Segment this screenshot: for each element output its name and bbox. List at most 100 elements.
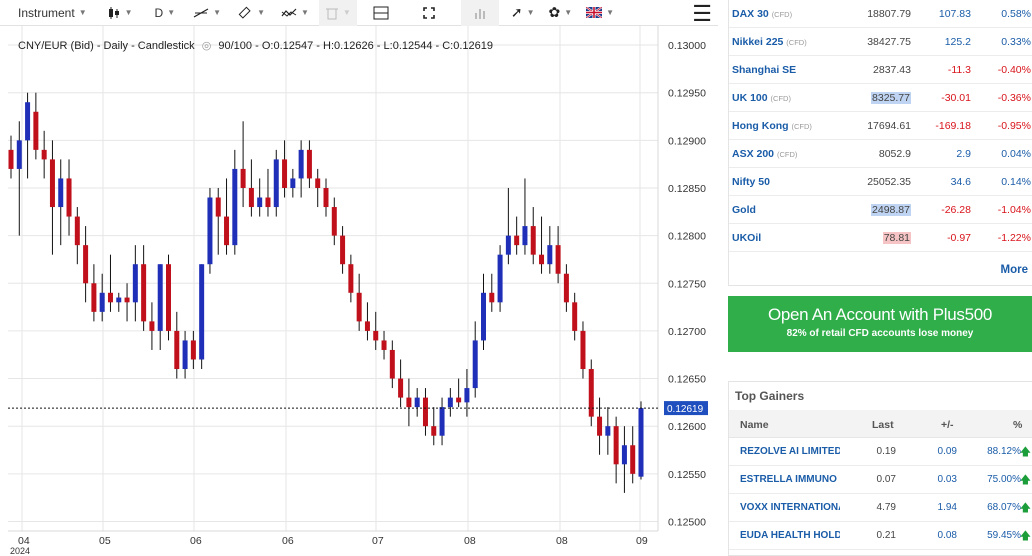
candle-down[interactable] xyxy=(580,330,586,370)
candle-up[interactable] xyxy=(447,397,453,408)
candle-up[interactable] xyxy=(481,292,486,341)
candle-down[interactable] xyxy=(406,397,412,408)
candle-down[interactable] xyxy=(66,178,72,217)
candle-down[interactable] xyxy=(190,340,196,360)
timeframe-dropdown[interactable]: D ▼ xyxy=(149,0,182,26)
market-name[interactable]: Nikkei 225 (CFD) xyxy=(732,36,807,48)
candle-down[interactable] xyxy=(456,397,462,403)
candle-up[interactable] xyxy=(232,168,238,246)
candle-up[interactable] xyxy=(182,340,188,370)
market-name[interactable]: DAX 30 (CFD) xyxy=(732,8,792,20)
trash-button[interactable]: ▼ xyxy=(318,0,357,26)
candle-down[interactable] xyxy=(489,292,495,303)
candle-up[interactable] xyxy=(157,264,163,331)
volume-button[interactable] xyxy=(460,0,499,26)
candle-up[interactable] xyxy=(464,388,470,403)
candle-up[interactable] xyxy=(497,254,503,303)
candle-type-dropdown[interactable]: ▼ xyxy=(101,0,139,26)
candle-down[interactable] xyxy=(572,302,578,331)
candle-down[interactable] xyxy=(630,445,636,474)
market-name[interactable]: Shanghai SE xyxy=(732,64,796,76)
candle-down[interactable] xyxy=(83,245,89,284)
candle-down[interactable] xyxy=(141,264,147,322)
market-row[interactable]: DAX 30 (CFD) 18807.79 107.83 0.58% xyxy=(729,0,1032,28)
candle-down[interactable] xyxy=(588,369,594,417)
candle-up[interactable] xyxy=(99,292,105,312)
candle-down[interactable] xyxy=(91,283,97,312)
market-name[interactable]: Nifty 50 xyxy=(732,176,770,188)
candle-up[interactable] xyxy=(439,407,445,436)
candle-down[interactable] xyxy=(331,207,337,236)
candle-up[interactable] xyxy=(605,426,611,436)
candle-up[interactable] xyxy=(132,264,138,303)
candle-down[interactable] xyxy=(265,197,271,208)
candle-down[interactable] xyxy=(74,216,80,246)
candle-down[interactable] xyxy=(248,187,254,208)
candle-down[interactable] xyxy=(323,187,329,208)
gainer-name[interactable]: ESTRELLA IMMUNO xyxy=(740,474,840,485)
candle-down[interactable] xyxy=(356,292,362,322)
arrow-tools-dropdown[interactable]: ➚ ▼ xyxy=(505,0,541,26)
line-tools-dropdown[interactable]: ▼ xyxy=(187,0,227,26)
candle-down[interactable] xyxy=(389,349,395,379)
candle-down[interactable] xyxy=(530,226,536,255)
candle-up[interactable] xyxy=(522,226,528,246)
candle-down[interactable] xyxy=(49,159,55,208)
market-name[interactable]: Hong Kong (CFD) xyxy=(732,120,812,132)
eye-icon[interactable]: ◎ xyxy=(202,40,212,52)
market-row[interactable]: UK 100 (CFD) 8325.77 -30.01 -0.36% xyxy=(729,84,1032,112)
candle-down[interactable] xyxy=(8,149,14,169)
candle-down[interactable] xyxy=(306,149,312,179)
candle-down[interactable] xyxy=(124,297,130,303)
candle-down[interactable] xyxy=(348,264,354,293)
candle-down[interactable] xyxy=(431,426,437,436)
candle-down[interactable] xyxy=(315,178,321,188)
candle-down[interactable] xyxy=(340,235,346,265)
fullscreen-button[interactable] xyxy=(417,0,441,26)
candle-down[interactable] xyxy=(240,168,246,188)
market-row[interactable]: Nikkei 225 (CFD) 38427.75 125.2 0.33% xyxy=(729,28,1032,56)
candlestick-chart[interactable]: 0.13000 0.12950 0.12900 0.12850 0.12800 0.127… xyxy=(0,26,718,556)
market-name[interactable]: UKOil xyxy=(732,232,761,244)
candle-down[interactable] xyxy=(107,292,113,303)
candle-up[interactable] xyxy=(116,297,122,303)
candle-down[interactable] xyxy=(224,216,230,246)
candle-down[interactable] xyxy=(282,159,288,188)
candle-up[interactable] xyxy=(414,397,420,408)
menu-icon[interactable]: ☰ xyxy=(692,1,712,27)
candle-down[interactable] xyxy=(597,416,603,436)
gainer-row[interactable]: VOXX INTERNATIONAL 4.79 1.94 68.07%🡅 xyxy=(729,494,1032,522)
candle-down[interactable] xyxy=(373,330,379,341)
market-name[interactable]: UK 100 (CFD) xyxy=(732,92,791,104)
gainer-name[interactable]: REZOLVE AI LIMITED xyxy=(740,446,840,457)
candle-up[interactable] xyxy=(290,178,296,188)
candle-down[interactable] xyxy=(613,426,619,465)
candle-up[interactable] xyxy=(207,197,213,265)
candle-down[interactable] xyxy=(149,321,155,331)
drawing-tools-dropdown[interactable]: ▼ xyxy=(231,0,271,26)
market-row[interactable]: Hong Kong (CFD) 17694.61 -169.18 -0.95% xyxy=(729,112,1032,140)
candle-up[interactable] xyxy=(16,140,22,169)
market-row[interactable]: Gold 2498.87 -26.28 -1.04% xyxy=(729,196,1032,224)
candle-down[interactable] xyxy=(33,111,39,150)
candle-up[interactable] xyxy=(58,178,64,208)
candle-up[interactable] xyxy=(273,159,279,208)
market-row[interactable]: ASX 200 (CFD) 8052.9 2.9 0.04% xyxy=(729,140,1032,168)
language-dropdown[interactable]: ▼ xyxy=(580,0,620,26)
candle-up[interactable] xyxy=(298,149,304,179)
candle-up[interactable] xyxy=(472,340,478,389)
gainer-row[interactable]: ESTRELLA IMMUNO 0.07 0.03 75.00% 🡅 xyxy=(729,466,1032,494)
gainer-row[interactable]: REZOLVE AI LIMITED 0.19 0.09 88.12% 🡅 xyxy=(729,438,1032,466)
candle-down[interactable] xyxy=(174,330,180,370)
candle-down[interactable] xyxy=(398,378,404,398)
candle-down[interactable] xyxy=(422,397,428,427)
market-row[interactable]: Shanghai SE 2837.43 -11.3 -0.40% xyxy=(729,56,1032,84)
candle-up[interactable] xyxy=(257,197,263,208)
candle-up[interactable] xyxy=(621,445,627,465)
candle-down[interactable] xyxy=(364,321,370,331)
candle-up[interactable] xyxy=(25,102,31,141)
candle-down[interactable] xyxy=(514,235,520,246)
candle-up[interactable] xyxy=(199,264,205,360)
candle-down[interactable] xyxy=(555,245,561,274)
indicators-dropdown[interactable]: ▼ xyxy=(275,0,315,26)
